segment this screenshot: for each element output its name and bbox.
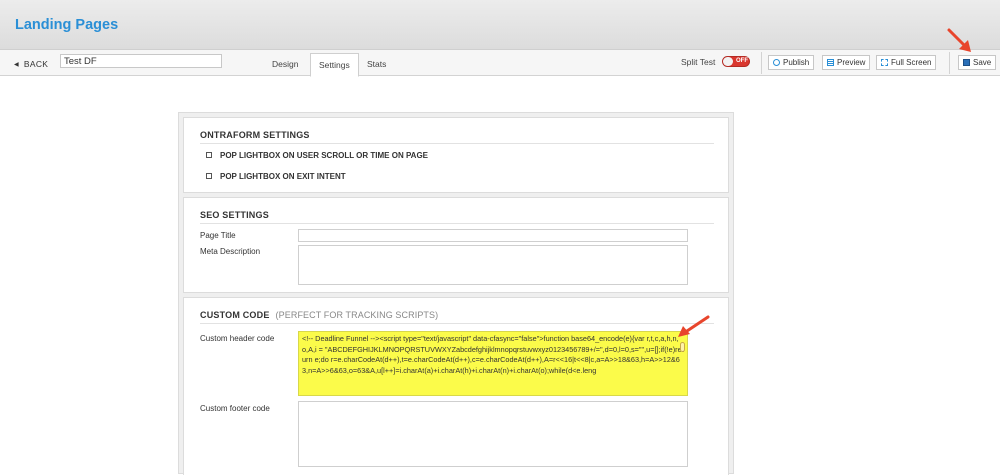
save-label: Save	[973, 58, 992, 67]
split-test-label: Split Test	[681, 57, 716, 67]
option-label: POP LIGHTBOX ON USER SCROLL OR TIME ON P…	[220, 151, 429, 160]
custom-code-subtitle: (PERFECT FOR TRACKING SCRIPTS)	[275, 310, 439, 320]
divider	[761, 52, 762, 74]
globe-icon	[773, 59, 780, 66]
toolbar: ◀ BACK Design Settings Stats Split Test O…	[0, 50, 1000, 77]
option-label: POP LIGHTBOX ON EXIT INTENT	[220, 172, 346, 181]
preview-label: Preview	[837, 58, 866, 67]
footer-code-label: Custom footer code	[200, 404, 270, 413]
toggle-knob	[723, 57, 733, 66]
annotation-arrow-icon	[947, 28, 971, 52]
option-lightbox-exit[interactable]: POP LIGHTBOX ON EXIT INTENT	[206, 172, 346, 181]
publish-button[interactable]: Publish	[768, 55, 815, 70]
annotation-arrow-icon	[678, 315, 710, 337]
tab-settings[interactable]: Settings	[310, 53, 359, 77]
back-button[interactable]: ◀ BACK	[14, 59, 48, 69]
settings-content: ONTRAFORM SETTINGS POP LIGHTBOX ON USER …	[178, 112, 734, 475]
checkbox-icon[interactable]	[206, 152, 212, 158]
seo-settings-title: SEO SETTINGS	[200, 210, 269, 220]
tab-design[interactable]: Design	[272, 59, 298, 69]
fullscreen-button[interactable]: Full Screen	[876, 55, 937, 70]
save-button[interactable]: Save	[958, 55, 997, 70]
header-code-input[interactable]: <!-- Deadline Funnel --><script type="te…	[298, 331, 688, 396]
save-icon	[963, 59, 970, 66]
meta-description-input[interactable]	[298, 245, 688, 285]
header-code-label: Custom header code	[200, 334, 275, 343]
split-test-toggle[interactable]: OFF	[722, 56, 750, 67]
custom-code-panel: CUSTOM CODE (PERFECT FOR TRACKING SCRIPTS…	[183, 297, 729, 475]
app-header: Landing Pages	[0, 0, 1000, 50]
divider	[200, 143, 714, 144]
option-lightbox-scroll[interactable]: POP LIGHTBOX ON USER SCROLL OR TIME ON P…	[206, 151, 428, 160]
fullscreen-label: Full Screen	[891, 58, 932, 67]
back-arrow-icon: ◀	[14, 62, 19, 68]
ontraform-settings-panel: ONTRAFORM SETTINGS POP LIGHTBOX ON USER …	[183, 117, 729, 193]
seo-settings-panel: SEO SETTINGS Page Title Meta Description	[183, 197, 729, 293]
app-title: Landing Pages	[15, 17, 119, 33]
publish-label: Publish	[783, 58, 810, 67]
preview-icon	[827, 59, 834, 66]
fullscreen-icon	[881, 59, 888, 66]
custom-code-title: CUSTOM CODE (PERFECT FOR TRACKING SCRIPTS…	[200, 310, 438, 320]
preview-button[interactable]: Preview	[822, 55, 871, 70]
divider	[200, 323, 714, 324]
ontraform-settings-title: ONTRAFORM SETTINGS	[200, 130, 310, 140]
divider	[200, 223, 714, 224]
page-title-label: Page Title	[200, 231, 236, 240]
header-code-text: <!-- Deadline Funnel --><script type="te…	[302, 334, 684, 375]
page-title-input[interactable]	[298, 229, 688, 242]
checkbox-icon[interactable]	[206, 173, 212, 179]
page-name-input[interactable]	[60, 54, 222, 68]
back-label: BACK	[23, 59, 49, 69]
meta-description-label: Meta Description	[200, 247, 261, 256]
toggle-state: OFF	[736, 58, 748, 64]
footer-code-input[interactable]	[298, 401, 688, 467]
textarea-resize-handle[interactable]	[680, 342, 685, 352]
custom-code-heading: CUSTOM CODE	[200, 310, 270, 320]
tab-stats[interactable]: Stats	[367, 59, 386, 69]
